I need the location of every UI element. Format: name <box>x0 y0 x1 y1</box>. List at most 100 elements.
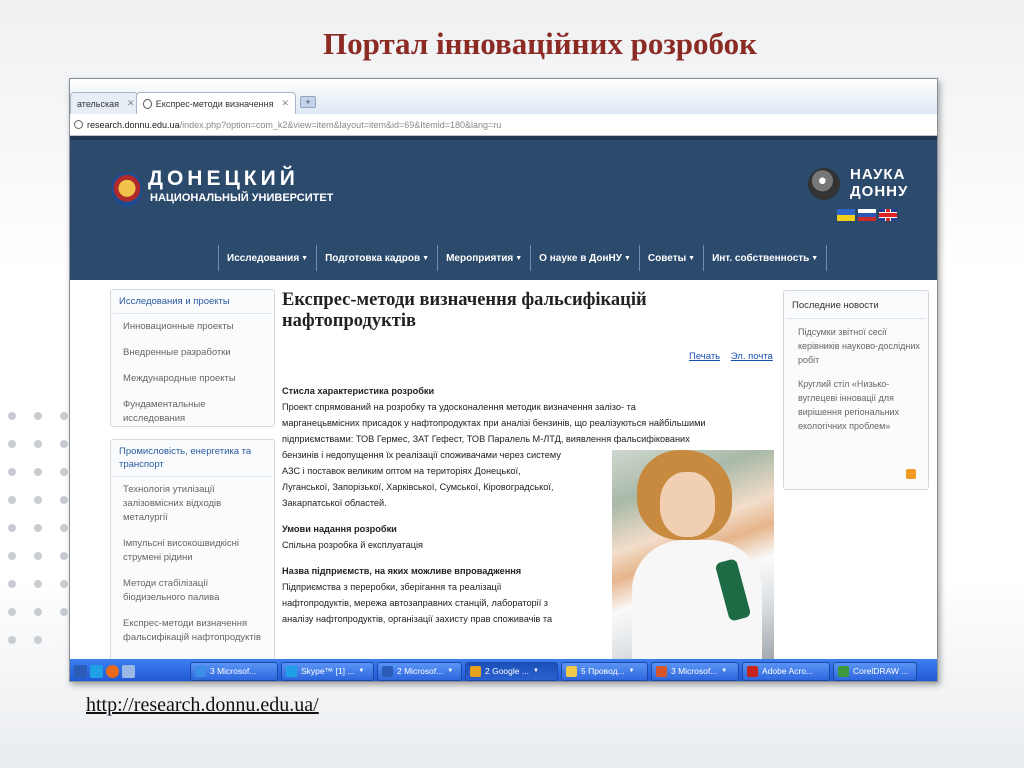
page-content: Исследования и проекты Инновационные про… <box>70 280 937 665</box>
app-icon <box>382 665 393 677</box>
app-icon <box>656 665 667 677</box>
sidebar-item[interactable]: Методи стабілізації біодизельного палива <box>111 571 274 611</box>
body-line: Спільна розробка й експлуатація <box>282 540 423 550</box>
nav-about[interactable]: О науке в ДонНУ ▼ <box>530 245 639 271</box>
taskbar-button[interactable]: 3 Microsof... ▼ <box>651 661 739 681</box>
nav-label: Инт. собственность <box>712 252 810 264</box>
news-item[interactable]: Круглий стіл «Низько-вуглецеві інновації… <box>784 371 928 437</box>
news-item[interactable]: Підсумки звітної сесії керівників науков… <box>784 319 928 371</box>
taskbar-label: Skype™ [1] ... <box>301 666 355 676</box>
tab-previous[interactable]: ательская ✕ <box>70 92 138 114</box>
taskbar-label: CorelDRAW ... <box>853 666 909 676</box>
logo-subtitle[interactable]: НАЦИОНАЛЬНЫЙ УНИВЕРСИТЕТ <box>150 192 333 204</box>
language-flags <box>837 209 897 221</box>
browser-screenshot: ательская ✕ Експрес-методи визначення ✕ … <box>69 78 938 682</box>
address-path: /index.php?option=com_k2&view=item&layou… <box>179 119 502 130</box>
taskbar-label: 3 Microsof... <box>671 666 718 676</box>
skype-icon[interactable] <box>90 664 103 678</box>
body-line: АЗС і поставок великим оптом на територі… <box>282 466 521 476</box>
nav-research[interactable]: Исследования ▼ <box>218 245 316 271</box>
close-icon[interactable]: ✕ <box>127 98 135 109</box>
body-line: підприємствами: ТОВ Гермес, ЗАТ Гефест, … <box>282 434 690 444</box>
nav-label: Советы <box>647 252 687 264</box>
taskbar-label: 2 Microsof... <box>397 666 444 676</box>
latest-news-box: Последние новости Підсумки звітної сесії… <box>783 290 929 490</box>
ukraine-flag-icon[interactable] <box>837 209 855 221</box>
sidebar-title[interactable]: Исследования и проекты <box>113 290 272 314</box>
tab-label: Експрес-методи визначення <box>155 98 274 109</box>
dropdown-arrow-icon: ▼ <box>688 254 696 262</box>
app-icon <box>470 665 481 677</box>
body-line: бензинів і недопущення їх реалізації спо… <box>282 450 561 460</box>
nav-events[interactable]: Мероприятия ▼ <box>437 245 530 271</box>
body-line: аналізу нафтопродуктів, організації захи… <box>282 614 553 624</box>
taskbar-label: 5 Провод... <box>581 666 625 676</box>
nauka-emblem-icon[interactable] <box>808 168 840 200</box>
sidebar-item[interactable]: Международные проекты <box>111 366 274 392</box>
app-icon <box>838 665 849 677</box>
dropdown-arrow-icon: ▼ <box>301 254 309 262</box>
tab-label: ательская <box>77 98 119 109</box>
address-host: research.donnu.edu.ua <box>87 119 180 130</box>
tab-active[interactable]: Експрес-методи визначення ✕ <box>136 92 296 114</box>
taskbar-label: 2 Google ... <box>485 666 529 676</box>
rss-icon[interactable] <box>906 469 916 479</box>
dropdown-arrow-icon: ▼ <box>623 254 631 262</box>
taskbar-button[interactable]: 2 Microsof... ▼ <box>377 661 462 681</box>
globe-icon <box>143 98 152 109</box>
sidebar-item[interactable]: Фундаментальные исследования <box>111 392 274 432</box>
address-bar[interactable]: research.donnu.edu.ua /index.php?option=… <box>70 114 937 136</box>
desktop-icon[interactable] <box>122 664 135 678</box>
dropdown-arrow-icon: ▼ <box>628 668 635 674</box>
dropdown-arrow-icon: ▼ <box>532 668 539 674</box>
taskbar-button[interactable]: Adobe Acro... <box>742 661 830 681</box>
uk-flag-icon[interactable] <box>879 209 897 221</box>
print-link[interactable]: Печать <box>689 351 720 362</box>
taskbar-button[interactable]: 2 Google ... ▼ <box>465 661 558 681</box>
app-icon <box>195 665 206 677</box>
sidebar-item[interactable]: Експрес-методи визначення фальсифікацій … <box>111 611 274 651</box>
sidebar-item[interactable]: Внедренные разработки <box>111 340 274 366</box>
decorative-dots <box>0 400 80 670</box>
nav-councils[interactable]: Советы ▼ <box>638 245 703 271</box>
logo-title[interactable]: ДОНЕЦКИЙ <box>148 167 299 191</box>
sidebar-research-box: Исследования и проекты Инновационные про… <box>110 289 275 427</box>
body-line: нафтопродуктів, мережа автозаправних ста… <box>282 598 549 608</box>
article-photo <box>612 450 774 665</box>
nauka-line2: ДОННУ <box>850 183 909 200</box>
close-icon[interactable]: ✕ <box>281 98 289 109</box>
quick-launch <box>70 664 190 678</box>
site-header: ДОНЕЦКИЙ НАЦИОНАЛЬНЫЙ УНИВЕРСИТЕТ НАУКА … <box>70 140 937 280</box>
nav-training[interactable]: Подготовка кадров ▼ <box>316 245 437 271</box>
app-icon <box>286 665 297 677</box>
nav-ip[interactable]: Инт. собственность ▼ <box>703 245 828 271</box>
taskbar-button[interactable]: Skype™ [1] ... ▼ <box>281 661 374 681</box>
nav-label: Исследования <box>227 252 300 264</box>
russia-flag-icon[interactable] <box>858 209 876 221</box>
sidebar-item[interactable]: Инновационные проекты <box>111 314 274 340</box>
body-line: Закарпатської областей. <box>282 498 387 508</box>
nauka-logo[interactable]: НАУКА ДОННУ <box>850 166 908 200</box>
dropdown-arrow-icon: ▼ <box>422 254 430 262</box>
word-icon[interactable] <box>74 664 87 678</box>
slide-title: Портал інноваційних розробок <box>323 26 757 61</box>
university-emblem-icon[interactable] <box>112 173 142 207</box>
sidebar-title[interactable]: Промисловість, енергетика та транспорт <box>113 440 272 477</box>
article-actions: Печать Эл. почта <box>681 351 773 362</box>
dropdown-arrow-icon: ▼ <box>515 254 523 262</box>
taskbar-label: Adobe Acro... <box>762 666 814 676</box>
sidebar-item[interactable]: Технологія утилізації залізовмісних відх… <box>111 477 274 531</box>
source-url-link[interactable]: http://research.donnu.edu.ua/ <box>86 694 319 717</box>
sidebar-industry-box: Промисловість, енергетика та транспорт Т… <box>110 439 275 664</box>
email-link[interactable]: Эл. почта <box>731 351 773 362</box>
taskbar-label: 3 Microsof... <box>210 666 257 676</box>
taskbar-button[interactable]: 5 Провод... ▼ <box>561 661 648 681</box>
body-line: марганецьвмісних присадок у нафтопродукт… <box>282 418 706 428</box>
taskbar-button[interactable]: CorelDRAW ... <box>833 661 917 681</box>
dropdown-arrow-icon: ▼ <box>358 668 365 674</box>
new-tab-button[interactable]: + <box>300 96 316 108</box>
sidebar-item[interactable]: Імпульсні високошвидкісні струмені рідин… <box>111 531 274 571</box>
nav-label: Подготовка кадров <box>325 252 421 264</box>
taskbar-button[interactable]: 3 Microsof... <box>190 661 278 681</box>
firefox-icon[interactable] <box>106 664 119 678</box>
